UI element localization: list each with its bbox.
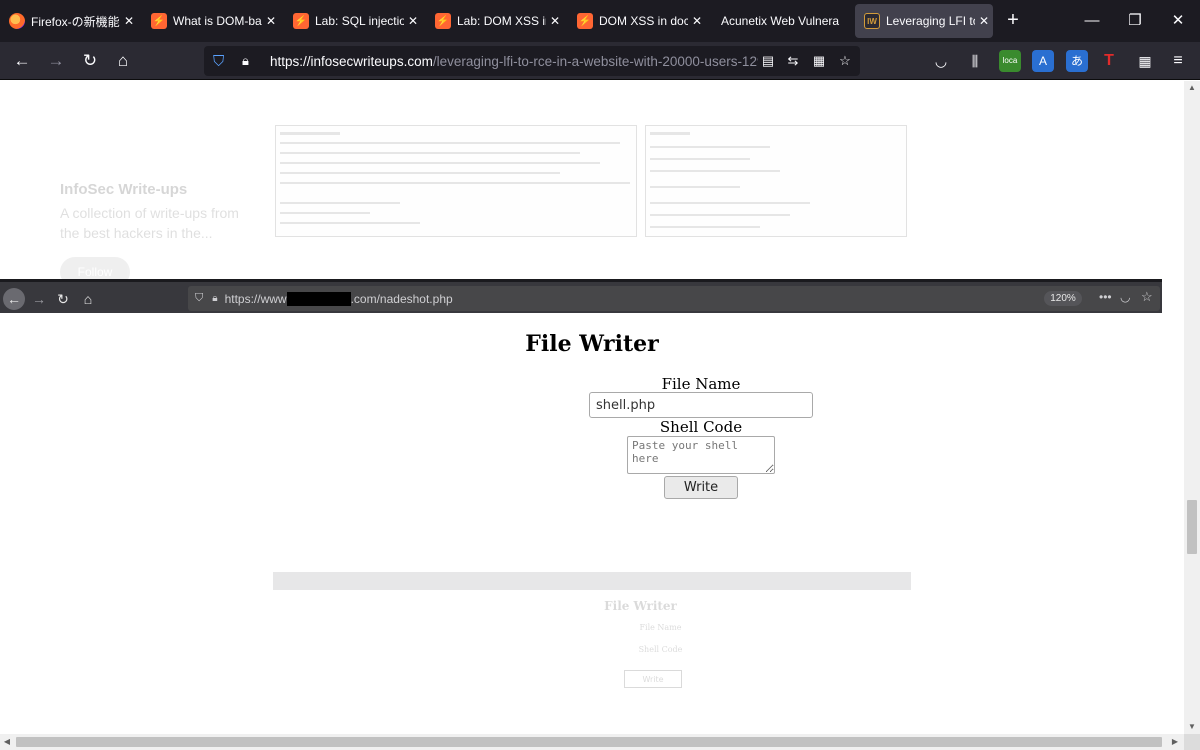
tab-strip: Firefox-の新機能・ ✕ ⚡ What is DOM-based ✕ ⚡ … (0, 0, 1200, 42)
home-icon[interactable]: ⌂ (111, 49, 135, 73)
back-arrow-icon: ← (3, 288, 25, 310)
tab-dom-based[interactable]: ⚡ What is DOM-based ✕ (142, 4, 280, 38)
embedded-url-suffix: .com/nadeshot.php (350, 291, 453, 306)
portswigger-icon: ⚡ (293, 13, 309, 29)
tab-title: What is DOM-based (173, 14, 262, 28)
url-host: https://infosecwriteups.com (270, 53, 433, 69)
lock-icon[interactable]: 🔒︎ (242, 53, 258, 69)
file-writer-title: File Writer (525, 331, 659, 357)
write-button[interactable]: Write (664, 476, 738, 499)
url-text[interactable]: https://infosecwriteups.com/leveraging-l… (270, 54, 758, 69)
tab-dom-xss-doc[interactable]: ⚡ DOM XSS in docum ✕ (568, 4, 706, 38)
infosec-icon: IW (864, 13, 880, 29)
reload-icon[interactable]: ↻ (78, 49, 102, 73)
tab-title: Leveraging LFI to R (886, 14, 975, 28)
tab-dom-xss-lab[interactable]: ⚡ Lab: DOM XSS in d ✕ (426, 4, 564, 38)
page-content: InfoSec Write-ups A collection of write-… (0, 81, 1184, 734)
restore-icon[interactable]: ❐ (1123, 9, 1147, 33)
faded-file-name-label: File Name (639, 623, 682, 632)
tab-acunetix[interactable]: Acunetix Web Vulnera (710, 4, 848, 38)
file-name-label: File Name (661, 375, 741, 393)
forward-arrow-icon[interactable]: → (44, 49, 68, 73)
scroll-up-arrow-icon[interactable]: ▲ (1184, 81, 1200, 95)
tab-title: DOM XSS in docum (599, 14, 688, 28)
bookmark-star-icon[interactable]: ☆ (835, 51, 855, 71)
horizontal-scroll-thumb[interactable] (16, 737, 1162, 747)
library-icon[interactable]: ⫼ (963, 49, 987, 73)
extensions-grid-icon[interactable]: ▦ (1133, 49, 1157, 73)
scroll-down-arrow-icon[interactable]: ▼ (1184, 720, 1200, 734)
vertical-scrollbar[interactable]: ▲ ▼ (1184, 81, 1200, 734)
lock-icon: 🔒︎ (212, 293, 218, 304)
zoom-level-badge: 120% (1044, 291, 1082, 306)
portswigger-icon: ⚡ (435, 13, 451, 29)
address-bar[interactable]: ⛉ 🔒︎ https://infosecwriteups.com/leverag… (204, 46, 860, 76)
vertical-scroll-thumb[interactable] (1187, 500, 1197, 554)
close-icon[interactable]: ✕ (546, 14, 564, 28)
tab-leveraging-lfi[interactable]: IW Leveraging LFI to R ✕ (855, 4, 993, 38)
portswigger-icon: ⚡ (577, 13, 593, 29)
horizontal-scrollbar[interactable]: ◀ ▶ (0, 734, 1184, 750)
close-icon[interactable]: ✕ (688, 14, 706, 28)
new-tab-button[interactable]: + (1002, 10, 1024, 32)
faded-shell-code-label: Shell Code (638, 645, 683, 654)
localcdn-extension-icon[interactable]: loca (999, 50, 1021, 72)
minimize-icon[interactable]: — (1080, 9, 1104, 33)
shell-code-textarea[interactable] (627, 436, 775, 474)
scroll-right-arrow-icon[interactable]: ▶ (1168, 734, 1182, 750)
tab-title: Firefox-の新機能・ (31, 14, 120, 29)
translator2-extension-icon[interactable]: あ (1066, 50, 1088, 72)
tab-title: Lab: DOM XSS in d (457, 14, 546, 28)
reload-icon: ↻ (57, 291, 69, 307)
pocket-icon[interactable]: ◡ (929, 49, 953, 73)
back-arrow-icon[interactable]: ← (10, 49, 34, 73)
shell-code-label: Shell Code (659, 418, 743, 436)
tab-sql-injection[interactable]: ⚡ Lab: SQL injection v ✕ (284, 4, 422, 38)
shield-icon: ⛉ (195, 292, 204, 304)
embedded-url-bar: ⛉ 🔒︎ https://www .com/nadeshot.php 120% … (188, 286, 1160, 311)
faded-write-button: Write (624, 670, 682, 688)
home-icon: ⌂ (83, 291, 93, 307)
url-path: /leveraging-lfi-to-rce-in-a-website-with… (432, 53, 758, 69)
text-extension-icon[interactable]: T (1098, 50, 1120, 72)
embedded-browser-toolbar: ← → ↻ ⌂ ⛉ 🔒︎ https://www .com/nadeshot.p… (0, 279, 1162, 313)
hamburger-menu-icon[interactable]: ≡ (1166, 49, 1190, 73)
forward-arrow-icon: → (32, 291, 46, 307)
scrollbar-corner (1184, 734, 1200, 750)
scroll-left-arrow-icon[interactable]: ◀ (0, 734, 14, 750)
translate-icon[interactable]: ⇆ (783, 51, 803, 71)
translator-extension-icon[interactable]: A (1032, 50, 1054, 72)
portswigger-icon: ⚡ (151, 13, 167, 29)
tab-title: Acunetix Web Vulnera (721, 14, 840, 28)
tracking-shield-icon[interactable]: ⛉ (213, 53, 229, 70)
faded-duplicate-toolbar (273, 572, 911, 590)
bookmark-star-icon: ☆ (1141, 289, 1153, 304)
more-options-icon: ••• (1099, 290, 1112, 304)
tab-title: Lab: SQL injection v (315, 14, 404, 28)
close-icon[interactable]: ✕ (262, 14, 280, 28)
publication-name[interactable]: InfoSec Write-ups (60, 181, 187, 198)
pocket-icon: ◡ (1120, 290, 1131, 304)
publication-description: A collection of write-ups from the best … (60, 205, 239, 241)
ghost-screenshot-left (275, 125, 637, 237)
tab-firefox-new[interactable]: Firefox-の新機能・ ✕ (0, 4, 138, 38)
faded-title: File Writer (604, 599, 677, 613)
close-icon[interactable]: ✕ (404, 14, 422, 28)
window-close-icon[interactable]: ✕ (1166, 9, 1190, 33)
close-icon[interactable]: ✕ (975, 14, 993, 28)
firefox-icon (9, 13, 25, 29)
qr-code-icon[interactable]: ▦ (809, 51, 829, 71)
reader-view-icon[interactable]: ▤ (758, 51, 778, 71)
embedded-url-prefix: https://www (224, 291, 287, 306)
close-icon[interactable]: ✕ (120, 14, 138, 28)
file-name-input[interactable] (589, 392, 813, 418)
redacted-domain (286, 291, 351, 306)
navigation-toolbar: ← → ↻ ⌂ ⛉ 🔒︎ https://infosecwriteups.com… (0, 42, 1200, 80)
ghost-screenshot-right (645, 125, 907, 237)
